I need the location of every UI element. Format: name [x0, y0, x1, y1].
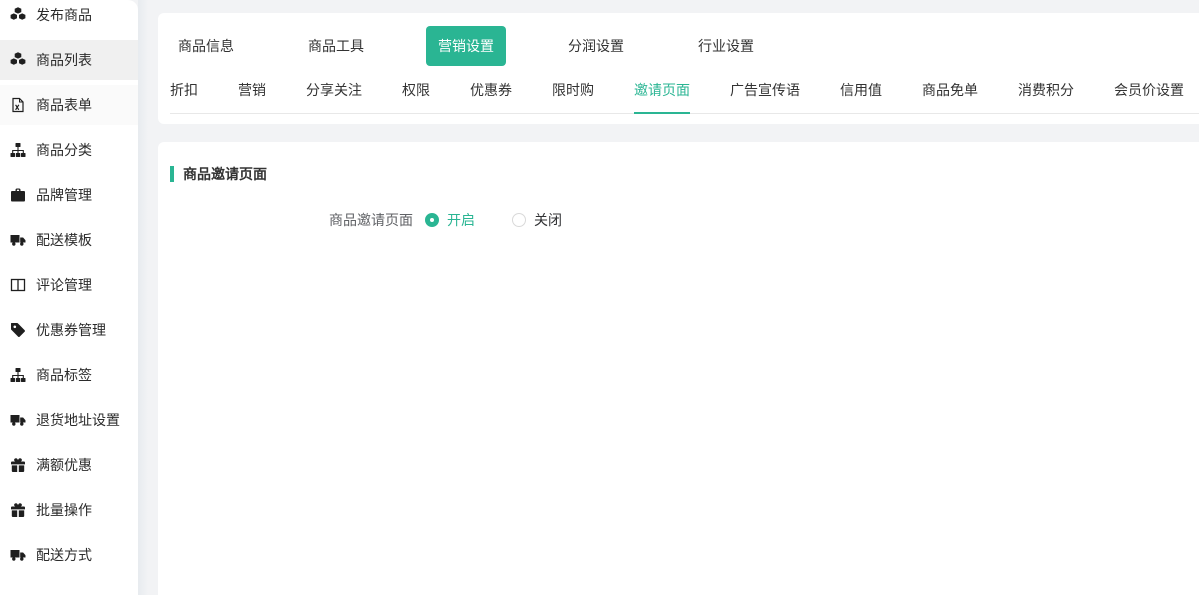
sub-tab[interactable]: 营销: [238, 80, 266, 114]
section-accent-bar: [170, 166, 174, 182]
sidebar-item[interactable]: 发布商品: [0, 0, 138, 35]
sidebar-item[interactable]: 批量操作: [0, 490, 138, 530]
sidebar-item[interactable]: 优惠券管理: [0, 310, 138, 350]
sub-tab[interactable]: 权限: [402, 80, 430, 114]
columns-icon: [10, 277, 26, 293]
sub-tab-label: 优惠券: [470, 82, 512, 98]
settings-tab-card: 商品信息 商品工具 营销设置 分润设置 行业设置: [158, 13, 1199, 124]
content-card: 商品邀请页面 商品邀请页面 开启 关闭: [158, 142, 1199, 595]
sidebar-item[interactable]: 品牌管理: [0, 175, 138, 215]
sub-tab[interactable]: 会员价设置: [1114, 80, 1184, 114]
sitemap-icon: [10, 367, 26, 383]
radio-option[interactable]: 开启: [425, 210, 475, 230]
cubes-icon: [10, 52, 26, 68]
main-tab-label: 行业设置: [698, 36, 754, 56]
sidebar-item[interactable]: 商品分类: [0, 130, 138, 170]
sidebar-item-label: 商品表单: [36, 95, 92, 115]
sidebar-menu: 发布商品 商品列表 商品表单 商品分类 品牌管理: [0, 0, 138, 575]
sidebar: 发布商品 商品列表 商品表单 商品分类 品牌管理: [0, 0, 138, 595]
radio-option-label: 开启: [447, 210, 475, 230]
main-tab[interactable]: 商品信息: [166, 26, 246, 66]
main-area: 商品信息 商品工具 营销设置 分润设置 行业设置: [158, 0, 1199, 595]
truck-icon: [10, 412, 26, 428]
sub-tab-label: 折扣: [170, 82, 198, 98]
main-tab[interactable]: 行业设置: [686, 26, 766, 66]
sidebar-item[interactable]: 商品列表: [0, 40, 138, 80]
gift-icon: [10, 502, 26, 518]
radio-icon[interactable]: [512, 213, 526, 227]
sidebar-item-label: 配送模板: [36, 230, 92, 250]
main-tab-label: 营销设置: [438, 36, 494, 56]
sub-tab[interactable]: 消费积分: [1018, 80, 1074, 114]
truck-icon: [10, 232, 26, 248]
sidebar-item[interactable]: 商品表单: [0, 85, 138, 125]
sub-tab-label: 限时购: [552, 82, 594, 98]
sub-tab[interactable]: 优惠券: [470, 80, 512, 114]
sub-tab[interactable]: 邀请页面: [634, 80, 690, 114]
file-excel-icon: [10, 97, 26, 113]
sidebar-edge-shadow: [138, 0, 148, 595]
sub-tab-label: 营销: [238, 82, 266, 98]
sidebar-item-label: 商品分类: [36, 140, 92, 160]
sub-tab-label: 分享关注: [306, 82, 362, 98]
sidebar-item-label: 退货地址设置: [36, 410, 120, 430]
sidebar-item[interactable]: 评论管理: [0, 265, 138, 305]
main-tab[interactable]: 商品工具: [296, 26, 376, 66]
main-tab-label: 商品信息: [178, 36, 234, 56]
sub-tab-label: 会员价设置: [1114, 82, 1184, 98]
main-tab[interactable]: 营销设置: [426, 26, 506, 66]
sidebar-item-label: 品牌管理: [36, 185, 92, 205]
cubes-icon: [10, 7, 26, 23]
tag-icon: [10, 322, 26, 338]
sub-tab-bar: 折扣 营销 分享关注 权限 优惠券 限时购: [170, 80, 1199, 114]
invite-page-form-row: 商品邀请页面 开启 关闭: [170, 210, 1199, 230]
page-title: 商品邀请页面: [183, 164, 267, 184]
sitemap-icon: [10, 142, 26, 158]
radio-option[interactable]: 关闭: [512, 210, 562, 230]
sidebar-item[interactable]: 退货地址设置: [0, 400, 138, 440]
sub-tab[interactable]: 分享关注: [306, 80, 362, 114]
main-tab-label: 商品工具: [308, 36, 364, 56]
tab-card-footer: [158, 114, 1199, 124]
sidebar-item[interactable]: 配送方式: [0, 535, 138, 575]
sidebar-item-label: 优惠券管理: [36, 320, 106, 340]
main-tab-bar: 商品信息 商品工具 营销设置 分润设置 行业设置: [158, 13, 1199, 66]
radio-icon[interactable]: [425, 213, 439, 227]
sidebar-item[interactable]: 配送模板: [0, 220, 138, 260]
briefcase-icon: [10, 187, 26, 203]
sub-tab[interactable]: 广告宣传语: [730, 80, 800, 114]
sub-tab-label: 权限: [402, 82, 430, 98]
invite-page-field-label: 商品邀请页面: [170, 210, 413, 230]
truck-icon: [10, 547, 26, 563]
sub-tab[interactable]: 限时购: [552, 80, 594, 114]
sub-tab[interactable]: 折扣: [170, 80, 198, 114]
sidebar-item-label: 商品标签: [36, 365, 92, 385]
main-tab-label: 分润设置: [568, 36, 624, 56]
invite-page-radio-group: 开启 关闭: [425, 210, 599, 230]
radio-option-label: 关闭: [534, 210, 562, 230]
main-tab[interactable]: 分润设置: [556, 26, 636, 66]
sub-tab-label: 广告宣传语: [730, 82, 800, 98]
section-header: 商品邀请页面: [170, 164, 1199, 184]
sidebar-item-label: 批量操作: [36, 500, 92, 520]
sidebar-item-label: 评论管理: [36, 275, 92, 295]
sidebar-item-label: 配送方式: [36, 545, 92, 565]
sub-tab-label: 信用值: [840, 82, 882, 98]
sub-tab-label: 邀请页面: [634, 82, 690, 98]
sidebar-item[interactable]: 商品标签: [0, 355, 138, 395]
sub-tab-label: 消费积分: [1018, 82, 1074, 98]
sub-tab[interactable]: 商品免单: [922, 80, 978, 114]
sub-tab[interactable]: 信用值: [840, 80, 882, 114]
sidebar-item[interactable]: 满额优惠: [0, 445, 138, 485]
gift-icon: [10, 457, 26, 473]
sidebar-item-label: 满额优惠: [36, 455, 92, 475]
sidebar-item-label: 商品列表: [36, 50, 92, 70]
sidebar-item-label: 发布商品: [36, 5, 92, 25]
sub-tab-label: 商品免单: [922, 82, 978, 98]
